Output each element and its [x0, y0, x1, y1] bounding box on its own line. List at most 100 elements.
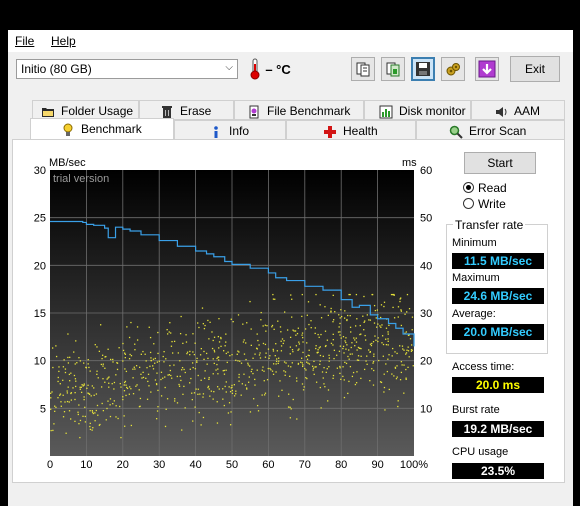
access-time-point — [353, 337, 355, 339]
access-time-point — [231, 389, 233, 392]
access-time-point — [272, 350, 275, 352]
access-time-point — [349, 353, 351, 355]
access-time-point — [140, 373, 142, 375]
access-time-point — [411, 316, 414, 318]
access-time-point — [169, 322, 171, 324]
access-time-point — [101, 402, 103, 405]
access-time-point — [156, 410, 159, 412]
access-time-point — [363, 368, 366, 371]
access-time-point — [280, 345, 283, 347]
access-time-point — [405, 353, 407, 355]
y-right-tick-label: 20 — [420, 356, 432, 368]
access-time-point — [105, 419, 107, 421]
access-time-point — [379, 325, 381, 327]
access-time-point — [405, 368, 407, 371]
access-time-point — [149, 336, 152, 339]
access-time-point — [68, 401, 70, 403]
access-time-point — [291, 362, 293, 364]
access-time-point — [278, 360, 280, 362]
access-time-point — [323, 367, 325, 369]
access-time-point — [371, 293, 373, 296]
access-time-point — [144, 353, 146, 355]
access-time-point — [332, 319, 335, 321]
access-time-point — [342, 375, 344, 378]
access-time-point — [410, 348, 413, 351]
access-time-point — [372, 360, 375, 363]
access-time-point — [257, 339, 259, 342]
access-time-point — [322, 377, 324, 379]
access-time-point — [122, 349, 125, 352]
access-time-point — [79, 360, 81, 362]
access-time-point — [182, 342, 184, 345]
access-time-point — [156, 372, 158, 374]
access-time-point — [63, 359, 65, 361]
start-button[interactable]: Start — [464, 152, 536, 174]
access-time-point — [69, 380, 71, 382]
access-time-point — [216, 363, 218, 366]
access-time-point — [407, 334, 410, 337]
access-time-point — [338, 326, 340, 328]
access-time-point — [377, 340, 379, 343]
access-time-point — [385, 344, 388, 346]
access-time-point — [109, 398, 112, 400]
access-time-point — [224, 345, 226, 347]
access-time-point — [363, 321, 365, 324]
write-radio[interactable]: Write — [463, 197, 506, 211]
access-time-point — [409, 338, 412, 340]
access-time-point — [271, 370, 274, 372]
access-time-point — [111, 383, 113, 385]
access-time-point — [70, 392, 73, 394]
access-time-point — [272, 298, 275, 300]
access-time-point — [169, 369, 172, 372]
access-time-point — [404, 313, 406, 315]
access-time-point — [282, 342, 284, 345]
access-time-point — [192, 351, 194, 353]
access-time-point — [312, 367, 315, 369]
access-time-point — [185, 334, 187, 336]
access-time-point — [126, 386, 128, 389]
access-time-point — [392, 347, 394, 350]
access-time-point — [201, 307, 204, 309]
access-time-point — [410, 350, 413, 353]
access-time-point — [57, 380, 59, 383]
access-time-point — [272, 363, 275, 365]
read-radio[interactable]: Read — [463, 181, 507, 195]
access-time-point — [383, 305, 385, 308]
access-time-point — [275, 363, 277, 365]
access-time-point — [387, 333, 389, 335]
access-time-point — [235, 393, 237, 395]
access-time-point — [213, 336, 216, 338]
access-time-point — [339, 367, 341, 369]
access-time-point — [148, 385, 150, 387]
access-time-point — [376, 326, 378, 328]
access-time-point — [129, 386, 131, 388]
access-time-point — [328, 360, 330, 362]
access-time-point — [306, 314, 308, 316]
access-time-point — [50, 408, 52, 410]
access-time-point — [199, 393, 201, 395]
access-time-point — [371, 342, 373, 345]
access-time-point — [348, 358, 350, 360]
access-time-point — [208, 338, 210, 340]
access-time-point — [181, 366, 184, 369]
access-time-point — [189, 368, 191, 370]
access-time-point — [245, 358, 247, 361]
access-time-point — [122, 398, 124, 401]
access-time-point — [355, 382, 358, 384]
access-time-point — [355, 293, 358, 296]
access-time-point — [302, 364, 304, 366]
access-time-point — [82, 385, 84, 387]
access-time-point — [50, 392, 52, 394]
access-time-point — [373, 322, 376, 324]
access-time-point — [94, 420, 96, 422]
access-time-point — [318, 336, 320, 338]
access-time-point — [355, 341, 358, 343]
access-time-point — [59, 394, 61, 396]
access-time-point — [235, 390, 237, 392]
access-time-point — [405, 377, 407, 379]
access-time-point — [319, 304, 321, 306]
access-time-point — [354, 383, 357, 386]
access-time-point — [290, 408, 292, 410]
access-time-point — [217, 356, 220, 358]
access-time-point — [64, 368, 67, 370]
